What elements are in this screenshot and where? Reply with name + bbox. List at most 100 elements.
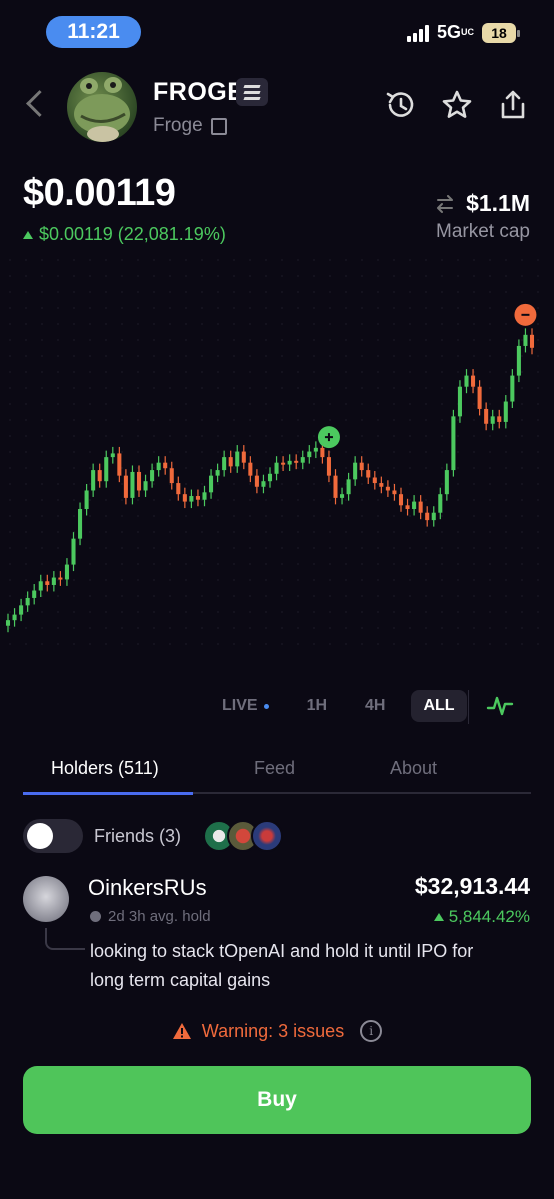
range-live[interactable]: LIVE (210, 690, 281, 722)
holder-hold-time: 2d 3h avg. hold (90, 908, 211, 925)
candle (110, 446, 115, 464)
swap-icon[interactable] (434, 194, 456, 213)
candle (38, 574, 43, 598)
token-subname[interactable]: Froge (153, 115, 227, 137)
range-1h[interactable]: 1H (295, 690, 339, 722)
warning-text: Warning: 3 issues (201, 1020, 345, 1041)
range-4h[interactable]: 4H (353, 690, 397, 722)
candle (385, 480, 390, 497)
candle (418, 495, 423, 520)
candle (136, 465, 142, 497)
status-indicators: 5G UC 18 (406, 22, 520, 43)
candle (431, 506, 436, 527)
candle (287, 454, 292, 472)
candle (353, 456, 358, 486)
candle (523, 328, 528, 353)
battery-icon: 18 (482, 22, 520, 43)
copy-icon[interactable] (210, 117, 227, 135)
tab-about[interactable]: About (390, 758, 437, 779)
candle (326, 450, 331, 483)
candle (176, 476, 181, 501)
buy-marker-icon[interactable] (317, 426, 340, 449)
chart-type-pulse-icon[interactable] (486, 692, 514, 720)
candle (84, 483, 89, 516)
candle (267, 467, 273, 488)
candle (25, 591, 30, 612)
holder-hold-time-text: 2d 3h avg. hold (108, 908, 211, 925)
candle (340, 487, 345, 505)
candle (294, 454, 299, 470)
sell-marker-icon[interactable] (514, 303, 537, 326)
candle (222, 450, 227, 477)
candle (202, 485, 207, 507)
market-cap-value: $1.1M (466, 190, 530, 216)
candle (503, 395, 508, 429)
candle (359, 456, 364, 477)
share-icon[interactable] (496, 88, 530, 122)
candle (97, 463, 102, 488)
tab-holders[interactable]: Holders (511) (51, 758, 159, 779)
candle (490, 409, 495, 431)
candle (235, 445, 240, 473)
candle (457, 380, 462, 423)
price-value: $0.00119 (23, 172, 176, 214)
star-icon[interactable] (440, 88, 474, 122)
candle (104, 450, 109, 488)
candle (333, 469, 338, 505)
candle (91, 463, 96, 497)
candle (313, 441, 318, 459)
candle (398, 487, 404, 512)
candle (510, 369, 515, 409)
candle (182, 487, 187, 509)
friend-avatar (251, 820, 283, 852)
candle (189, 489, 194, 509)
market-cap[interactable]: $1.1M (434, 190, 530, 217)
candle (379, 476, 384, 494)
network-suffix: UC (461, 27, 474, 37)
candle (392, 483, 397, 501)
price-change-text: $0.00119 (22,081.19%) (39, 224, 226, 244)
candle (300, 450, 305, 470)
candle (444, 463, 449, 501)
info-icon[interactable]: i (360, 1020, 383, 1042)
tab-active-indicator (23, 792, 193, 795)
token-subname-label: Froge (153, 115, 203, 136)
candle (346, 472, 351, 501)
candle (438, 487, 443, 520)
candle (516, 339, 521, 383)
friends-toggle-knob[interactable] (27, 823, 53, 849)
friends-label: Friends (3) (94, 826, 182, 846)
warning-banner[interactable]: Warning: 3 issues i (0, 1020, 554, 1042)
holder-pct: 5,844.42% (433, 907, 530, 927)
candle (412, 495, 417, 516)
candle (241, 445, 246, 470)
candle (117, 446, 122, 483)
candle (464, 369, 469, 394)
range-divider (468, 690, 469, 724)
candle (209, 469, 214, 499)
back-chevron-icon[interactable] (26, 90, 53, 117)
candle (143, 474, 148, 497)
up-arrow-icon (433, 913, 444, 921)
time-range-selector: LIVE 1H 4H ALL (210, 690, 481, 722)
candle (195, 489, 200, 507)
candle (477, 380, 482, 416)
friends-avatars[interactable] (203, 820, 283, 852)
status-time: 11:21 (46, 16, 141, 48)
holder-avatar[interactable] (23, 876, 69, 922)
history-icon[interactable] (384, 88, 418, 122)
buy-button[interactable]: Buy (23, 1066, 531, 1134)
holder-name[interactable]: OinkersRUs (88, 875, 207, 901)
candle (64, 558, 69, 586)
candle (248, 456, 253, 483)
holder-value: $32,913.44 (414, 873, 530, 899)
candle (451, 409, 456, 477)
candle (163, 456, 168, 475)
holder-pct-text: 5,844.42% (448, 907, 530, 926)
tab-feed[interactable]: Feed (254, 758, 295, 779)
up-arrow-icon (23, 230, 33, 239)
range-all[interactable]: ALL (411, 690, 467, 722)
warning-icon (172, 1023, 191, 1039)
solana-icon (236, 78, 268, 106)
price-chart[interactable] (0, 250, 554, 680)
